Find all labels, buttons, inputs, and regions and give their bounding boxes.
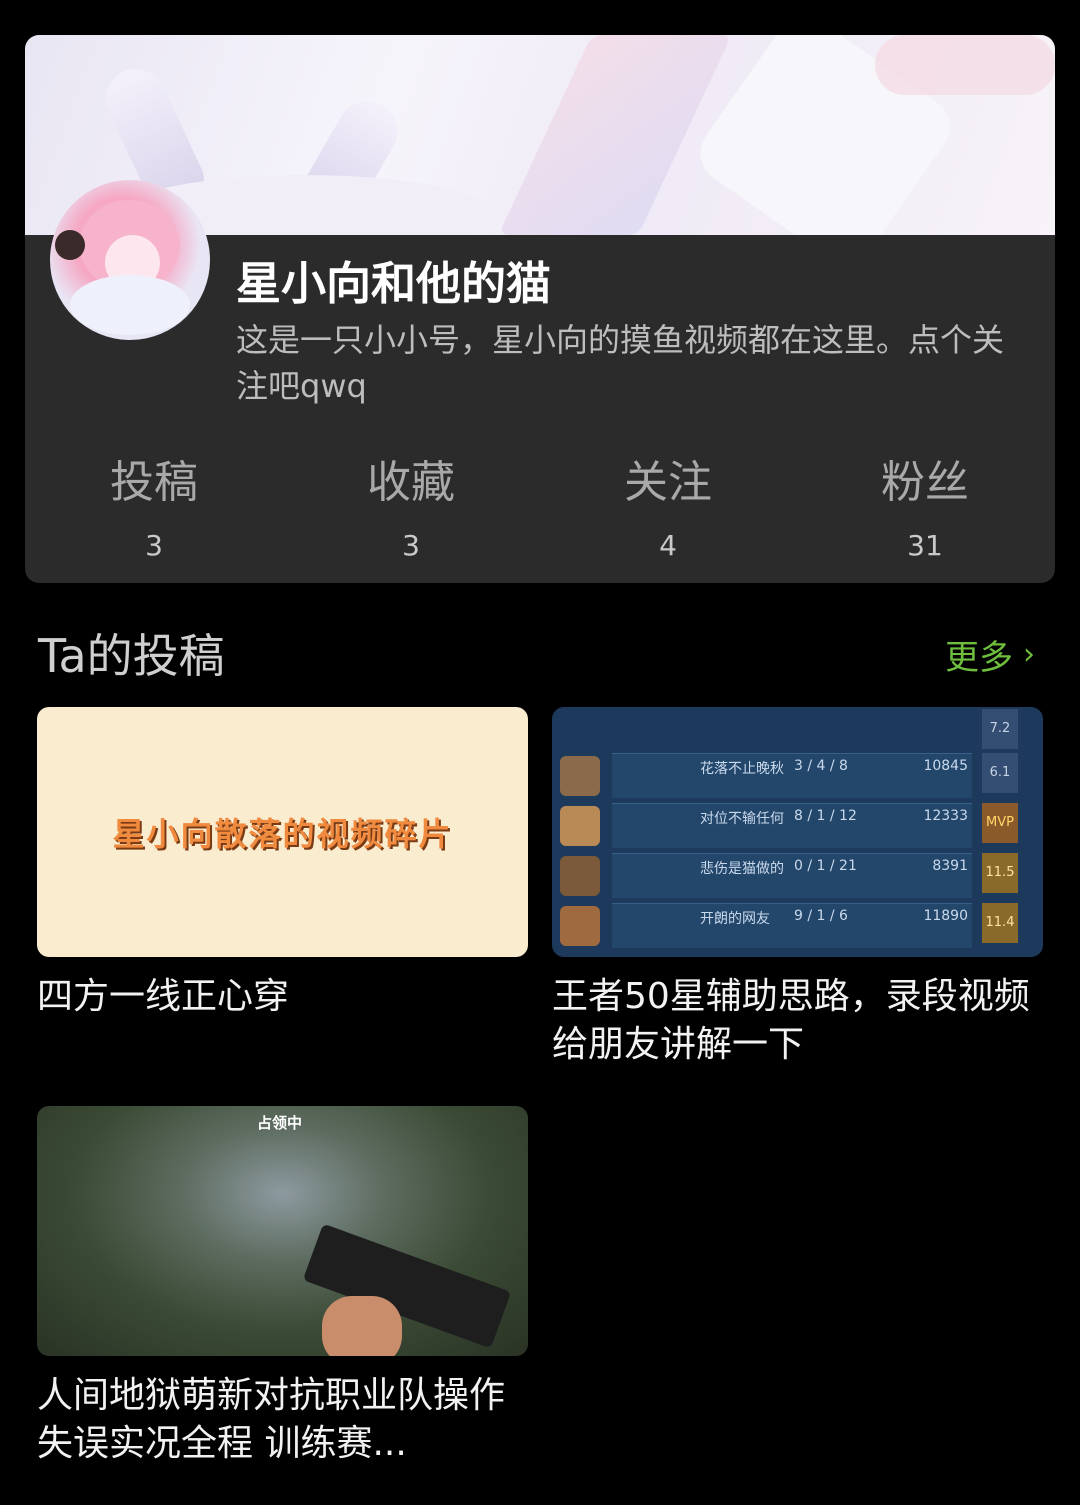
rating-badge: 11.5: [982, 853, 1018, 893]
stat-label: 投稿: [110, 457, 198, 508]
hero-portrait: [560, 856, 600, 896]
stat-label: 粉丝: [881, 457, 969, 508]
stat-posts[interactable]: 投稿 3: [25, 453, 283, 562]
stat-count: 3: [145, 529, 163, 562]
stat-count: 4: [659, 529, 677, 562]
section-title: Ta的投稿: [38, 629, 225, 683]
profile-bio: 这是一只小小号，星小向的摸鱼视频都在这里。点个关注吧qwq: [236, 321, 1005, 405]
rating-badge: 6.1: [982, 753, 1018, 793]
stat-followers[interactable]: 粉丝 31: [796, 453, 1054, 562]
more-label: 更多: [945, 638, 1013, 678]
video-card-1[interactable]: 星小向散落的视频碎片 四方一线正心穿: [37, 707, 528, 1021]
hand-graphic: [322, 1296, 402, 1356]
stat-following[interactable]: 关注 4: [539, 453, 797, 562]
video-card-2[interactable]: 7.2 花落不止晚秋 3 / 4 / 8 10845 6.1 对位不输任何 8 …: [552, 707, 1043, 1069]
player-gold: 8391: [932, 858, 968, 874]
player-kda: 3 / 4 / 8: [794, 758, 848, 774]
objective-caption: 占领中: [257, 1114, 303, 1132]
player-gold: 12333: [923, 808, 968, 824]
scoreboard-row: 对位不输任何 8 / 1 / 12 12333: [560, 803, 972, 848]
hero-portrait: [560, 756, 600, 796]
player-kda: 0 / 1 / 21: [794, 858, 857, 874]
video-thumbnail[interactable]: 占领中: [37, 1106, 528, 1356]
rating-badge: 7.2: [982, 709, 1018, 749]
chevron-right-icon: ›: [1023, 637, 1035, 672]
player-kda: 9 / 1 / 6: [794, 908, 848, 924]
scoreboard-row: 开朗的网友 9 / 1 / 6 11890: [560, 903, 972, 948]
scoreboard-row: 花落不止晚秋 3 / 4 / 8 10845: [560, 753, 972, 798]
mvp-label: MVP: [986, 815, 1014, 830]
player-gold: 11890: [923, 908, 968, 924]
stat-count: 31: [907, 529, 943, 562]
stat-count: 3: [402, 529, 420, 562]
thumbnail-caption: 星小向散落的视频碎片: [112, 815, 453, 853]
mvp-badge: MVP: [982, 803, 1018, 843]
video-card-3[interactable]: 占领中 人间地狱萌新对抗职业队操作失误实况全程 训练赛...: [37, 1106, 528, 1468]
profile-stats: 投稿 3 收藏 3 关注 4 粉丝 31: [25, 453, 1055, 563]
more-button[interactable]: 更多 ›: [945, 630, 1035, 679]
video-title[interactable]: 人间地狱萌新对抗职业队操作失误实况全程 训练赛...: [37, 1372, 528, 1468]
hero-portrait: [560, 806, 600, 846]
avatar[interactable]: [50, 180, 210, 340]
profile-card: 星小向和他的猫 这是一只小小号，星小向的摸鱼视频都在这里。点个关注吧qwq 投稿…: [25, 35, 1055, 583]
hero-portrait: [560, 906, 600, 946]
video-thumbnail[interactable]: 7.2 花落不止晚秋 3 / 4 / 8 10845 6.1 对位不输任何 8 …: [552, 707, 1043, 957]
player-kda: 8 / 1 / 12: [794, 808, 857, 824]
profile-name: 星小向和他的猫: [236, 257, 552, 310]
player-gold: 10845: [923, 758, 968, 774]
stat-favorites[interactable]: 收藏 3: [282, 453, 540, 562]
scoreboard-row: 悲伤是猫做的 0 / 1 / 21 8391: [560, 853, 972, 898]
player-name: 花落不止晚秋: [700, 761, 784, 777]
stat-label: 关注: [624, 457, 712, 508]
player-name: 悲伤是猫做的: [700, 861, 784, 877]
player-name: 对位不输任何: [700, 811, 784, 827]
video-title[interactable]: 王者50星辅助思路，录段视频给朋友讲解一下: [552, 973, 1043, 1069]
stat-label: 收藏: [367, 457, 455, 508]
rating-badge: 11.4: [982, 903, 1018, 943]
video-thumbnail[interactable]: 星小向散落的视频碎片: [37, 707, 528, 957]
player-name: 开朗的网友: [700, 911, 770, 927]
video-title[interactable]: 四方一线正心穿: [37, 973, 528, 1021]
